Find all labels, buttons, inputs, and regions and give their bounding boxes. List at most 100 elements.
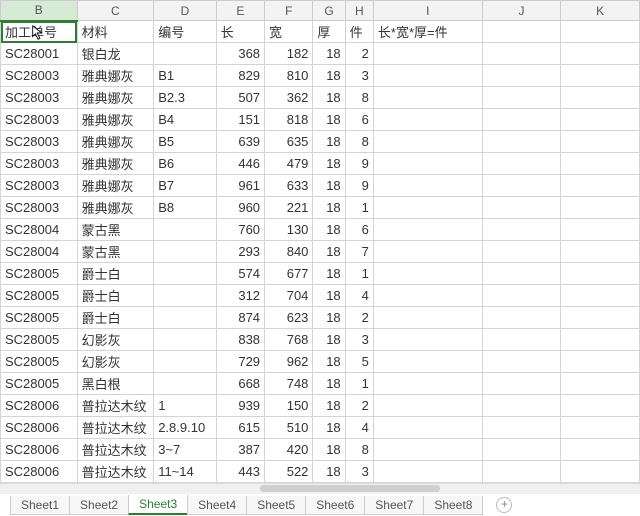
cell-F[interactable]: 962 (265, 351, 313, 373)
cell-H[interactable]: 3 (345, 65, 373, 87)
cell-C[interactable]: 银白龙 (77, 43, 154, 65)
column-header-B[interactable]: B (1, 1, 78, 21)
cell-D[interactable]: 3~7 (154, 439, 216, 461)
sheet-tab-sheet2[interactable]: Sheet2 (69, 496, 129, 515)
cell-C[interactable]: 雅典娜灰 (77, 131, 154, 153)
cell-G[interactable]: 18 (313, 219, 345, 241)
cell-C[interactable]: 普拉达木纹 (77, 439, 154, 461)
table-row[interactable]: SC28005幻影灰729962185 (1, 351, 640, 373)
cell-C[interactable]: 爵士白 (77, 263, 154, 285)
cell-D[interactable] (154, 373, 216, 395)
cell-D[interactable]: B7 (154, 175, 216, 197)
cell-F[interactable]: 818 (265, 109, 313, 131)
table-row[interactable]: SC28005爵士白574677181 (1, 263, 640, 285)
cell-H[interactable]: 2 (345, 395, 373, 417)
column-header-F[interactable]: F (265, 1, 313, 21)
cell-C[interactable]: 雅典娜灰 (77, 175, 154, 197)
cell-K[interactable] (561, 373, 640, 395)
cell-F[interactable]: 130 (265, 219, 313, 241)
cell-F[interactable]: 362 (265, 87, 313, 109)
cell-I[interactable] (373, 109, 482, 131)
cell-F[interactable]: 221 (265, 197, 313, 219)
cell-G[interactable]: 18 (313, 461, 345, 483)
cell-E[interactable]: 387 (216, 439, 264, 461)
cell-J[interactable] (482, 219, 561, 241)
cell-B[interactable]: SC28005 (1, 351, 78, 373)
cell-C[interactable]: 蒙古黑 (77, 219, 154, 241)
cell-H[interactable]: 4 (345, 417, 373, 439)
cell-G[interactable]: 18 (313, 417, 345, 439)
table-row[interactable]: SC28003雅典娜灰B6446479189 (1, 153, 640, 175)
cell-B[interactable]: SC28004 (1, 219, 78, 241)
cell-H[interactable]: 1 (345, 263, 373, 285)
header-cell-C[interactable]: 材料 (77, 21, 154, 43)
sheet-tab-sheet4[interactable]: Sheet4 (187, 496, 247, 515)
cell-G[interactable]: 18 (313, 43, 345, 65)
cell-E[interactable]: 874 (216, 307, 264, 329)
cell-K[interactable] (561, 351, 640, 373)
header-cell-J[interactable] (482, 21, 561, 43)
cell-I[interactable] (373, 373, 482, 395)
cell-H[interactable]: 6 (345, 109, 373, 131)
cell-I[interactable] (373, 153, 482, 175)
cell-I[interactable] (373, 87, 482, 109)
sheet-tab-sheet7[interactable]: Sheet7 (364, 496, 424, 515)
table-row[interactable]: SC28003雅典娜灰B8960221181 (1, 197, 640, 219)
cell-B[interactable]: SC28006 (1, 461, 78, 483)
cell-H[interactable]: 6 (345, 219, 373, 241)
cell-D[interactable]: 2.8.9.10 (154, 417, 216, 439)
cell-H[interactable]: 8 (345, 87, 373, 109)
cell-I[interactable] (373, 461, 482, 483)
table-row[interactable]: SC28006普拉达木纹1939150182 (1, 395, 640, 417)
cell-I[interactable] (373, 219, 482, 241)
cell-K[interactable] (561, 241, 640, 263)
cell-J[interactable] (482, 461, 561, 483)
cell-E[interactable]: 960 (216, 197, 264, 219)
cell-H[interactable]: 9 (345, 175, 373, 197)
table-row[interactable]: SC28004蒙古黑293840187 (1, 241, 640, 263)
cell-D[interactable] (154, 263, 216, 285)
cell-J[interactable] (482, 153, 561, 175)
cell-F[interactable]: 633 (265, 175, 313, 197)
cell-B[interactable]: SC28003 (1, 65, 78, 87)
cell-D[interactable]: B2.3 (154, 87, 216, 109)
cell-I[interactable] (373, 131, 482, 153)
column-header-H[interactable]: H (345, 1, 373, 21)
cell-J[interactable] (482, 131, 561, 153)
sheet-tab-sheet5[interactable]: Sheet5 (246, 496, 306, 515)
cell-G[interactable]: 18 (313, 307, 345, 329)
cell-I[interactable] (373, 417, 482, 439)
cell-E[interactable]: 443 (216, 461, 264, 483)
cell-G[interactable]: 18 (313, 175, 345, 197)
cell-C[interactable]: 普拉达木纹 (77, 417, 154, 439)
table-row[interactable]: SC28006普拉达木纹3~7387420188 (1, 439, 640, 461)
cell-K[interactable] (561, 285, 640, 307)
cell-E[interactable]: 574 (216, 263, 264, 285)
cell-E[interactable]: 151 (216, 109, 264, 131)
cell-F[interactable]: 840 (265, 241, 313, 263)
cell-C[interactable]: 幻影灰 (77, 329, 154, 351)
cell-E[interactable]: 760 (216, 219, 264, 241)
cell-K[interactable] (561, 395, 640, 417)
cell-B[interactable]: SC28006 (1, 417, 78, 439)
column-header-I[interactable]: I (373, 1, 482, 21)
cell-K[interactable] (561, 263, 640, 285)
cell-J[interactable] (482, 43, 561, 65)
cell-K[interactable] (561, 65, 640, 87)
cell-J[interactable] (482, 263, 561, 285)
cell-G[interactable]: 18 (313, 153, 345, 175)
cell-F[interactable]: 635 (265, 131, 313, 153)
cell-D[interactable]: B5 (154, 131, 216, 153)
cell-I[interactable] (373, 263, 482, 285)
cell-D[interactable] (154, 329, 216, 351)
table-row[interactable]: SC28003雅典娜灰B7961633189 (1, 175, 640, 197)
cell-B[interactable]: SC28003 (1, 131, 78, 153)
cell-G[interactable]: 18 (313, 439, 345, 461)
column-header-C[interactable]: C (77, 1, 154, 21)
cell-B[interactable]: SC28005 (1, 329, 78, 351)
header-cell-I[interactable]: 长*宽*厚=件 (373, 21, 482, 43)
cell-I[interactable] (373, 175, 482, 197)
cell-F[interactable]: 150 (265, 395, 313, 417)
cell-F[interactable]: 420 (265, 439, 313, 461)
cell-E[interactable]: 507 (216, 87, 264, 109)
